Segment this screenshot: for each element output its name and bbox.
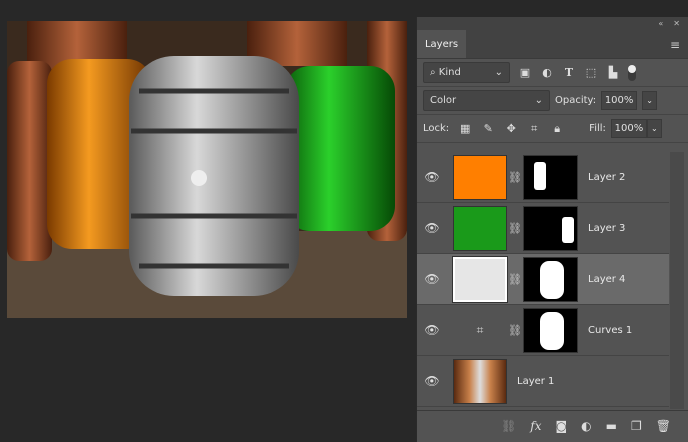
opacity-label: Opacity: bbox=[555, 95, 597, 106]
layers-list: 👁︎ ⛓︎ Layer 2 👁︎ ⛓︎ Layer 3 👁︎ ⛓︎ Layer … bbox=[417, 152, 669, 407]
type-filter-icon[interactable]: T bbox=[562, 66, 576, 79]
image-filter-icon[interactable]: ▣ bbox=[518, 66, 532, 79]
eye-visibility-icon[interactable]: 👁︎ bbox=[417, 221, 447, 235]
adjustment-layer-icon[interactable]: ◐ bbox=[581, 419, 591, 433]
lock-transparent-icon[interactable]: ▦ bbox=[458, 122, 472, 135]
new-layer-icon[interactable]: ❐ bbox=[631, 419, 642, 433]
layer-thumbnail bbox=[453, 205, 507, 251]
layer-mask-thumbnail bbox=[523, 307, 578, 353]
shape-filter-icon[interactable]: ⬚ bbox=[584, 66, 598, 79]
tab-layers[interactable]: Layers bbox=[417, 30, 466, 58]
search-icon: ⌕ bbox=[430, 67, 439, 78]
lock-position-move-icon[interactable]: ✥ bbox=[504, 122, 518, 135]
lock-paint-brush-icon[interactable]: ✎ bbox=[481, 122, 495, 135]
adjustment-filter-icon[interactable]: ◐ bbox=[540, 66, 554, 79]
chevron-down-icon: ⌄ bbox=[534, 95, 543, 106]
layer-name[interactable]: Curves 1 bbox=[588, 325, 632, 336]
layer-name[interactable]: Layer 1 bbox=[517, 376, 554, 387]
delete-trash-icon[interactable]: 🗑︎ bbox=[656, 419, 671, 433]
smart-object-filter-icon[interactable]: ▙ bbox=[606, 66, 620, 79]
link-chain-icon[interactable]: ⛓︎ bbox=[507, 324, 523, 337]
layer-row-curves-1[interactable]: 👁︎ ⌗ ⛓︎ Curves 1 bbox=[417, 305, 669, 356]
layer-name[interactable]: Layer 3 bbox=[588, 223, 625, 234]
close-icon[interactable]: ✕ bbox=[673, 19, 680, 28]
link-chain-icon[interactable]: ⛓︎ bbox=[507, 222, 523, 235]
blend-mode-value: Color bbox=[430, 95, 457, 106]
chevron-down-icon: ⌄ bbox=[494, 67, 503, 78]
layer-mask-thumbnail bbox=[523, 205, 578, 251]
layer-name[interactable]: Layer 2 bbox=[588, 172, 625, 183]
eye-visibility-icon[interactable]: 👁︎ bbox=[417, 323, 447, 337]
eye-visibility-icon[interactable]: 👁︎ bbox=[417, 170, 447, 184]
link-layers-icon[interactable]: ⛓︎ bbox=[501, 419, 516, 433]
eye-visibility-icon[interactable]: 👁︎ bbox=[417, 374, 447, 388]
link-chain-icon[interactable]: ⛓︎ bbox=[507, 171, 523, 184]
layer-thumbnail bbox=[453, 358, 507, 404]
opacity-input[interactable]: 100% bbox=[601, 91, 638, 110]
add-mask-icon[interactable]: ◙ bbox=[556, 419, 568, 433]
curves-adjustment-icon: ⌗ bbox=[476, 322, 484, 337]
fill-dropdown[interactable]: ⌄ bbox=[646, 119, 662, 138]
layer-row-layer-2[interactable]: 👁︎ ⛓︎ Layer 2 bbox=[417, 152, 669, 203]
layers-footer-toolbar: ⛓︎ fx ◙ ◐ ▬ ❐ 🗑︎ bbox=[417, 410, 688, 440]
fill-label: Fill: bbox=[589, 123, 606, 134]
panel-menu-icon[interactable]: ≡ bbox=[670, 38, 688, 58]
filter-toggle[interactable] bbox=[628, 64, 636, 81]
eye-visibility-icon[interactable]: 👁︎ bbox=[417, 272, 447, 286]
layer-row-layer-4[interactable]: 👁︎ ⛓︎ Layer 4 bbox=[417, 254, 669, 305]
layer-row-layer-3[interactable]: 👁︎ ⛓︎ Layer 3 bbox=[417, 203, 669, 254]
link-chain-icon[interactable]: ⛓︎ bbox=[507, 273, 523, 286]
opacity-dropdown[interactable]: ⌄ bbox=[642, 91, 658, 110]
layer-name[interactable]: Layer 4 bbox=[588, 274, 625, 285]
new-group-folder-icon[interactable]: ▬ bbox=[606, 419, 617, 433]
layers-scrollbar[interactable] bbox=[670, 152, 684, 409]
layer-thumbnail bbox=[452, 255, 508, 303]
blend-mode-select[interactable]: Color ⌄ bbox=[423, 90, 550, 111]
layer-thumbnail bbox=[453, 154, 507, 200]
layers-panel: « ✕ Layers ≡ ⌕ Kind ⌄ ▣ ◐ T ⬚ ▙ Color ⌄ Opac… bbox=[416, 17, 688, 442]
layer-mask-thumbnail bbox=[523, 154, 578, 200]
layer-row-layer-1[interactable]: 👁︎ Layer 1 bbox=[417, 356, 669, 407]
filter-kind-value: Kind bbox=[438, 67, 461, 78]
barrels-image bbox=[7, 21, 407, 318]
document-canvas[interactable] bbox=[7, 21, 407, 318]
collapse-icon[interactable]: « bbox=[658, 19, 663, 28]
lock-artboard-icon[interactable]: ⌗ bbox=[527, 122, 541, 136]
lock-label: Lock: bbox=[423, 123, 450, 134]
lock-all-icon[interactable]: 🔒︎ bbox=[550, 122, 564, 136]
fill-input[interactable]: 100% bbox=[610, 119, 647, 138]
filter-kind-select[interactable]: ⌕ Kind ⌄ bbox=[423, 62, 510, 83]
layer-mask-thumbnail bbox=[523, 256, 578, 302]
fx-layer-style-icon[interactable]: fx bbox=[530, 419, 541, 433]
